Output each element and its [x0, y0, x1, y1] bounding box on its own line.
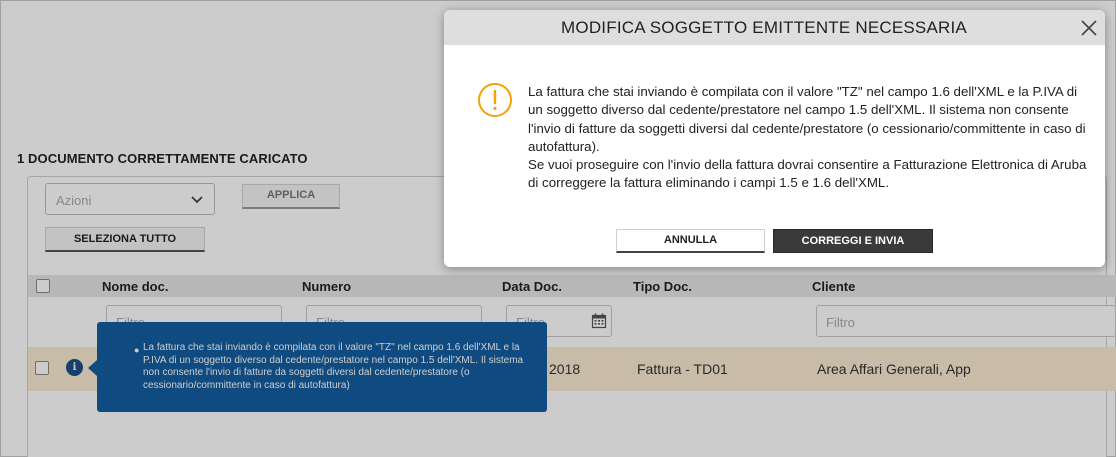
warning-icon: [478, 83, 512, 117]
modal-title: MODIFICA SOGGETTO EMITTENTE NECESSARIA: [561, 18, 967, 37]
close-icon[interactable]: [1079, 18, 1099, 38]
modal-message-paragraph: Se vuoi proseguire con l'invio della fat…: [528, 157, 1087, 191]
cancel-button[interactable]: ANNULLA: [616, 229, 765, 253]
modal-dialog: MODIFICA SOGGETTO EMITTENTE NECESSARIA L…: [444, 10, 1105, 267]
modal-message-paragraph: La fattura che stai inviando è compilata…: [528, 84, 1086, 154]
correct-and-send-button[interactable]: CORREGGI E INVIA: [773, 229, 933, 253]
modal-header: MODIFICA SOGGETTO EMITTENTE NECESSARIA: [444, 10, 1105, 45]
modal-message: La fattura che stai inviando è compilata…: [528, 83, 1088, 193]
